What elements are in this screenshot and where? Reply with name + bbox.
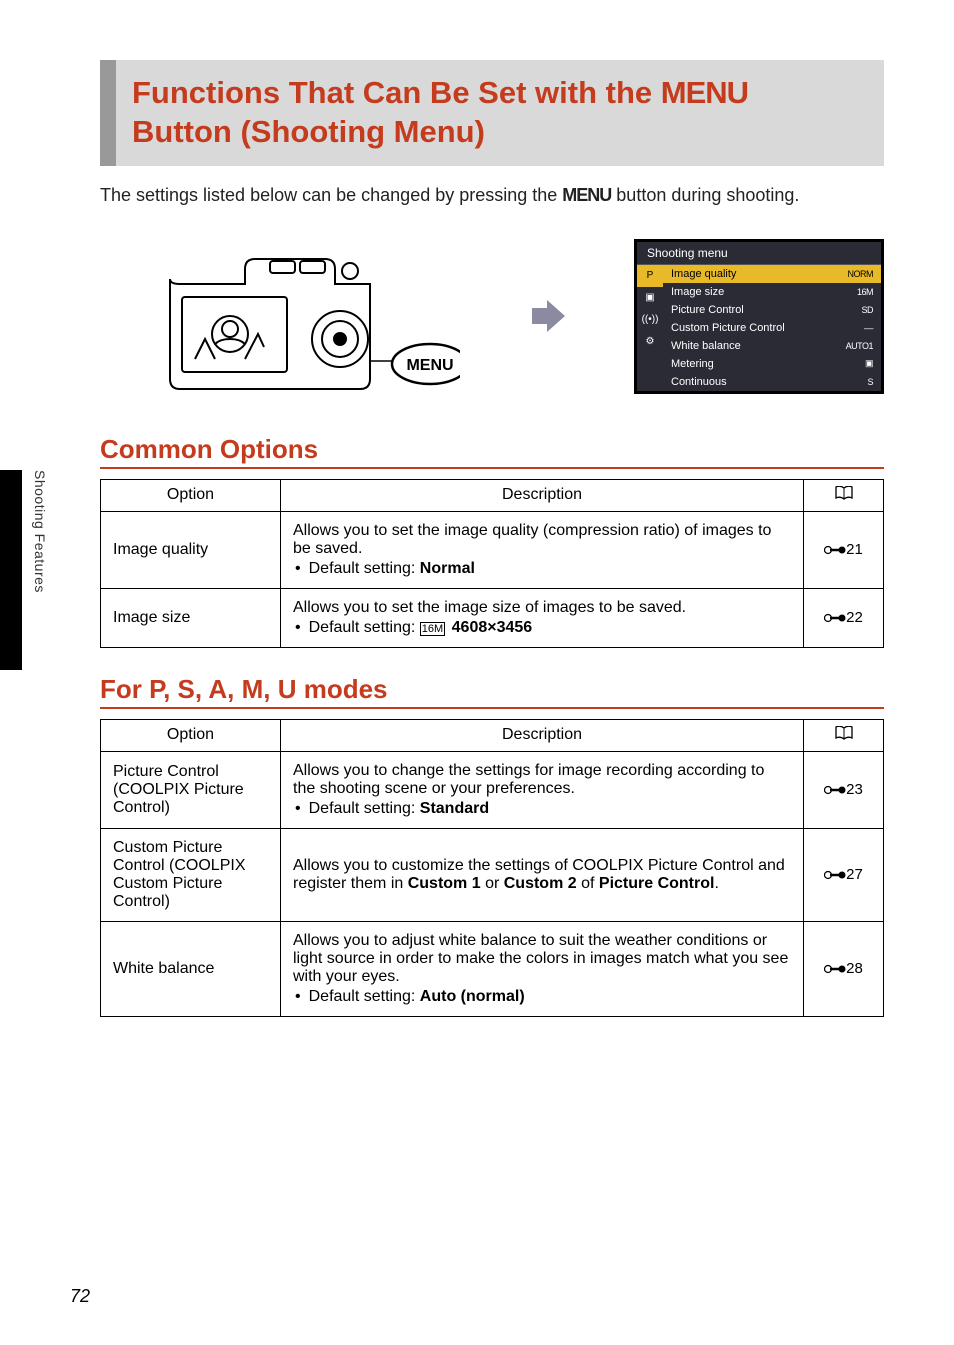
mode-letters: P, S, A, M, U: [149, 674, 296, 704]
option-cell: Image size: [101, 588, 281, 647]
lcd-tab-4: ⚙: [637, 331, 663, 353]
option-cell: White balance: [101, 921, 281, 1016]
option-cell: Picture Control (COOLPIX Picture Control…: [101, 751, 281, 828]
description-cell: Allows you to change the settings for im…: [281, 751, 804, 828]
lcd-tab-3: ((•)): [637, 309, 663, 331]
reference-cell: 21: [804, 511, 884, 588]
table-row: Image quality Allows you to set the imag…: [101, 511, 884, 588]
description-cell: Allows you to adjust white balance to su…: [281, 921, 804, 1016]
reference-icon: [824, 784, 846, 796]
th-description: Description: [281, 719, 804, 751]
table-common-options: Option Description Image quality Allows …: [100, 479, 884, 648]
lcd-header: Shooting menu: [637, 242, 881, 265]
reference-icon: [824, 963, 846, 975]
page-title: Functions That Can Be Set with the MENU …: [132, 74, 868, 152]
table-row: Picture Control (COOLPIX Picture Control…: [101, 751, 884, 828]
camera-illustration: MENU: [140, 229, 460, 404]
diagram-row: MENU Shooting menu P ▣ ((•)) ⚙ Image qua…: [140, 229, 884, 404]
th-description: Description: [281, 479, 804, 511]
menu-word-title: MENU: [661, 75, 748, 110]
section-side-label: Shooting Features: [32, 470, 48, 593]
reference-icon: [824, 869, 846, 881]
th-option: Option: [101, 479, 281, 511]
book-icon: [835, 486, 853, 500]
th-option: Option: [101, 719, 281, 751]
reference-cell: 23: [804, 751, 884, 828]
lcd-item: Image size16M: [663, 283, 881, 301]
table-row: White balance Allows you to adjust white…: [101, 921, 884, 1016]
arrow-icon: [527, 296, 567, 336]
menu-button-label: MENU: [406, 357, 453, 374]
option-cell: Image quality: [101, 511, 281, 588]
menu-word-inline: MENU: [562, 185, 611, 205]
lcd-item: Metering▣: [663, 355, 881, 373]
lcd-item: ContinuousS: [663, 373, 881, 391]
lcd-tab-2: ▣: [637, 287, 663, 309]
heading-common-options: Common Options: [100, 434, 884, 469]
lcd-item: White balanceAUTO1: [663, 337, 881, 355]
reference-cell: 28: [804, 921, 884, 1016]
heading-modes: For P, S, A, M, U modes: [100, 674, 884, 709]
lcd-tab-p: P: [637, 265, 663, 287]
description-cell: Allows you to set the image quality (com…: [281, 511, 804, 588]
lcd-shooting-menu: Shooting menu P ▣ ((•)) ⚙ Image qualityN…: [634, 239, 884, 394]
lcd-sidebar: P ▣ ((•)) ⚙: [637, 265, 663, 391]
book-icon: [835, 726, 853, 740]
description-cell: Allows you to customize the settings of …: [281, 828, 804, 921]
page-number: 72: [70, 1286, 90, 1307]
reference-icon: [824, 612, 846, 624]
description-cell: Allows you to set the image size of imag…: [281, 588, 804, 647]
intro-text: The settings listed below can be changed…: [100, 182, 884, 209]
th-reference: [804, 719, 884, 751]
lcd-items: Image qualityNORM Image size16M Picture …: [663, 265, 881, 391]
reference-cell: 22: [804, 588, 884, 647]
table-row: Image size Allows you to set the image s…: [101, 588, 884, 647]
lcd-item: Custom Picture Control––: [663, 319, 881, 337]
page-title-bar: Functions That Can Be Set with the MENU …: [100, 60, 884, 166]
reference-icon: [824, 544, 846, 556]
reference-cell: 27: [804, 828, 884, 921]
lcd-item: Image qualityNORM: [663, 265, 881, 283]
th-reference: [804, 479, 884, 511]
lcd-item: Picture ControlSD: [663, 301, 881, 319]
table-modes: Option Description Picture Control (COOL…: [100, 719, 884, 1017]
option-cell: Custom Picture Control (COOLPIX Custom P…: [101, 828, 281, 921]
table-row: Custom Picture Control (COOLPIX Custom P…: [101, 828, 884, 921]
side-tab: [0, 470, 22, 670]
